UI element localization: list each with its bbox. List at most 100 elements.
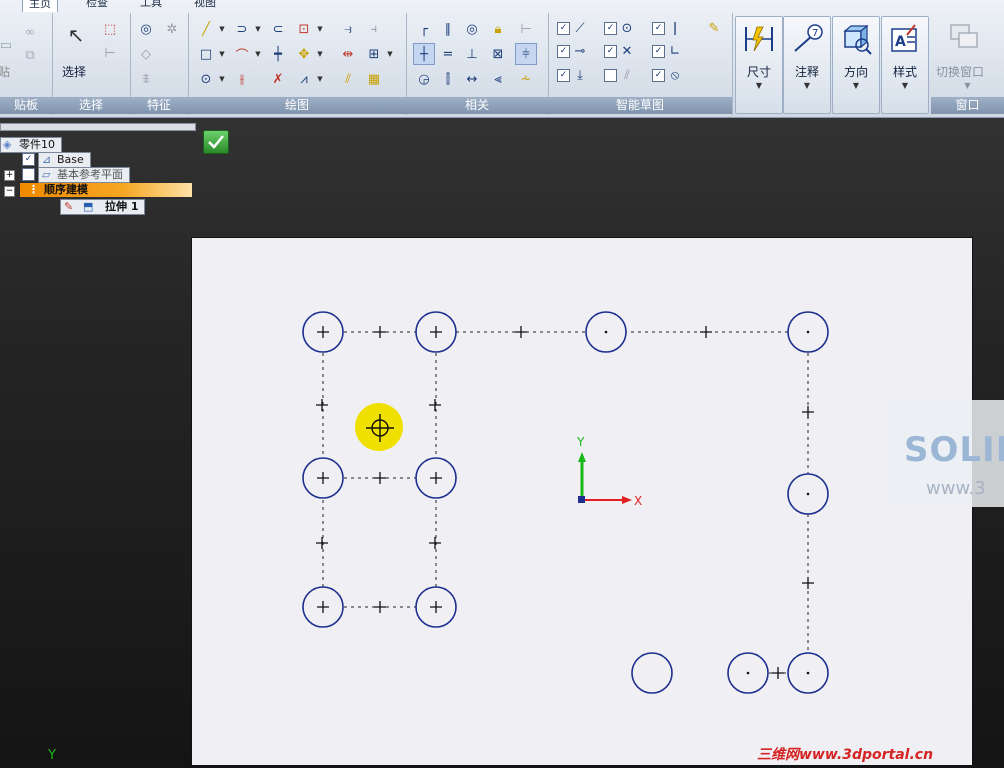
orientation-caret[interactable]: ▼ bbox=[833, 81, 879, 90]
ref-planes-visibility-checkbox[interactable] bbox=[22, 168, 35, 181]
annotation-caret[interactable]: ▼ bbox=[784, 81, 830, 90]
hole-circle[interactable] bbox=[631, 652, 673, 694]
maintain-icon[interactable]: ⩪ bbox=[516, 69, 536, 89]
switch-window-icon[interactable] bbox=[949, 23, 981, 51]
accept-sketch-button[interactable] bbox=[203, 130, 229, 154]
select-arrow-icon[interactable]: ↖ bbox=[64, 21, 88, 49]
chamfer-dropdown-caret[interactable]: ▼ bbox=[316, 19, 324, 39]
rigid-icon[interactable]: ⊢ bbox=[516, 19, 536, 39]
symmetric-icon[interactable]: ⊠ bbox=[488, 44, 508, 64]
dimension-icon bbox=[745, 26, 773, 52]
line-dropdown-caret[interactable]: ▼ bbox=[218, 19, 226, 39]
perpendicular-icon[interactable]: ⊥ bbox=[462, 44, 482, 64]
tree-item-ref-planes[interactable]: ▱ 基本参考平面 bbox=[38, 167, 130, 183]
mirror-axis-icon[interactable]: ⩘ bbox=[294, 69, 314, 89]
rectangle-dropdown-caret[interactable]: ▼ bbox=[218, 44, 226, 64]
distance-icon[interactable]: ↔ bbox=[462, 69, 482, 89]
tangent-icon[interactable]: ◶ bbox=[414, 69, 434, 89]
mirror-axis-dropdown-caret[interactable]: ▼ bbox=[316, 69, 324, 89]
smart-intersection-checkbox[interactable]: ✓ bbox=[604, 45, 617, 58]
dimension-button[interactable]: 尺寸 ▼ bbox=[735, 16, 783, 114]
paste-icon[interactable]: ▭ bbox=[0, 31, 18, 59]
svg-text:7: 7 bbox=[812, 28, 818, 39]
move-icon[interactable]: ✥ bbox=[294, 44, 314, 64]
trim-icon[interactable]: ┿ bbox=[268, 44, 288, 64]
parallel-icon[interactable]: ∥ bbox=[438, 19, 458, 39]
switch-window-caret[interactable]: ▼ bbox=[931, 81, 1004, 90]
select-box-icon[interactable]: ⊢ bbox=[100, 43, 120, 63]
fill-icon[interactable]: ▦ bbox=[364, 69, 384, 89]
base-visibility-checkbox[interactable]: ✓ bbox=[22, 153, 35, 166]
ordered-icon: ⋮ bbox=[28, 183, 39, 196]
sketch-canvas[interactable]: Y X bbox=[192, 238, 972, 765]
copy-icon[interactable]: ⧉ bbox=[20, 45, 40, 65]
curve-icon[interactable]: ⥽ bbox=[338, 19, 358, 39]
feature-gear-icon[interactable]: ✲ bbox=[162, 19, 182, 39]
mirror-icon[interactable]: ⇹ bbox=[338, 44, 358, 64]
split-icon[interactable]: ⫲ bbox=[232, 69, 252, 89]
smart-silhouette-checkbox[interactable]: ✓ bbox=[557, 69, 570, 82]
tree-root[interactable]: ◈ 零件10 bbox=[0, 137, 62, 153]
include-icon[interactable]: ⫽ bbox=[338, 69, 358, 89]
offset-icon[interactable]: ⌒ bbox=[232, 44, 252, 64]
orientation-label: 方向 bbox=[843, 65, 868, 79]
select-filter-icon[interactable]: ⬚ bbox=[100, 19, 120, 39]
smart-options-icon[interactable]: ✎ bbox=[704, 18, 724, 38]
select-label[interactable]: 选择 bbox=[62, 63, 86, 80]
orientation-button[interactable]: 方向 ▼ bbox=[832, 16, 880, 114]
pattern-dropdown-caret[interactable]: ▼ bbox=[386, 44, 394, 64]
style-button[interactable]: A 样式 ▼ bbox=[881, 16, 929, 114]
smart-vertical-checkbox[interactable]: ✓ bbox=[652, 22, 665, 35]
group-window: 切换窗口 ▼ 窗口 bbox=[931, 13, 1004, 115]
ref-plane-icon: ▱ bbox=[42, 168, 51, 181]
symmetry-axis-icon[interactable]: ⫷ bbox=[488, 69, 508, 89]
smart-center-checkbox[interactable]: ✓ bbox=[604, 22, 617, 35]
tab-tools[interactable]: 工具 bbox=[134, 0, 168, 11]
feature-hole-icon[interactable]: ◎ bbox=[136, 19, 156, 39]
chamfer-icon[interactable]: ⊡ bbox=[294, 19, 314, 39]
ribbon-tabs: 主页 检查 工具 视图 bbox=[0, 0, 1004, 12]
construction-lines bbox=[322, 331, 809, 674]
smart-tangent-checkbox[interactable]: ✓ bbox=[652, 69, 665, 82]
tree-item-ordered[interactable]: ⋮ 顺序建模 bbox=[20, 183, 192, 197]
ordered-expander[interactable]: − bbox=[4, 186, 15, 197]
tree-item-base[interactable]: ⊿ Base bbox=[38, 152, 91, 168]
rectangle-icon[interactable]: □ bbox=[196, 44, 216, 64]
horizontal-vertical-icon[interactable]: ┼ bbox=[413, 43, 435, 65]
switch-window-label[interactable]: 切换窗口 bbox=[936, 63, 984, 80]
offset-dropdown-caret[interactable]: ▼ bbox=[254, 44, 262, 64]
align-icon[interactable]: ⫿ bbox=[438, 69, 458, 89]
arc-icon[interactable]: ⊃ bbox=[232, 19, 252, 39]
circle-icon[interactable]: ⊙ bbox=[196, 69, 216, 89]
project-icon[interactable]: ✗ bbox=[268, 69, 288, 89]
feature-pattern-icon[interactable]: ⩨ bbox=[136, 69, 156, 89]
move-dropdown-caret[interactable]: ▼ bbox=[316, 44, 324, 64]
drawing-sheet[interactable]: Y X bbox=[191, 237, 973, 766]
equal-icon[interactable]: = bbox=[438, 44, 458, 64]
style-caret[interactable]: ▼ bbox=[882, 81, 928, 90]
smart-perpendicular-checkbox[interactable]: ✓ bbox=[652, 45, 665, 58]
pattern-icon[interactable]: ⊞ bbox=[364, 44, 384, 64]
arc-dropdown-caret[interactable]: ▼ bbox=[254, 19, 262, 39]
lock-icon[interactable]: 🔒︎ bbox=[488, 19, 508, 39]
tree-item-extrude[interactable]: ✎ ⬒ 拉伸 1 bbox=[60, 199, 146, 215]
extend-icon[interactable]: ⫞ bbox=[364, 19, 384, 39]
concentric-icon[interactable]: ◎ bbox=[462, 19, 482, 39]
collinear-icon[interactable]: ⫩ bbox=[515, 43, 537, 65]
tab-home[interactable]: 主页 bbox=[22, 0, 58, 12]
feature-diamond-icon[interactable]: ◇ bbox=[136, 44, 156, 64]
fillet-icon[interactable]: ⊂ bbox=[268, 19, 288, 39]
connect-icon[interactable]: ┌ bbox=[414, 19, 434, 39]
tab-inspect[interactable]: 检查 bbox=[80, 0, 114, 11]
smart-parallel-checkbox[interactable] bbox=[604, 69, 617, 82]
cut-icon[interactable]: ∞ bbox=[20, 22, 40, 42]
line-icon[interactable]: ╱ bbox=[196, 19, 216, 39]
circle-dropdown-caret[interactable]: ▼ bbox=[218, 69, 226, 89]
ref-planes-expander[interactable]: + bbox=[4, 170, 15, 181]
x-axis-label: X bbox=[634, 494, 642, 508]
dimension-caret[interactable]: ▼ bbox=[736, 81, 782, 90]
smart-midpoint-checkbox[interactable]: ✓ bbox=[557, 45, 570, 58]
smart-endpoint-checkbox[interactable]: ✓ bbox=[557, 22, 570, 35]
annotation-button[interactable]: 7 注释 ▼ bbox=[783, 16, 831, 114]
tab-view[interactable]: 视图 bbox=[188, 0, 222, 11]
